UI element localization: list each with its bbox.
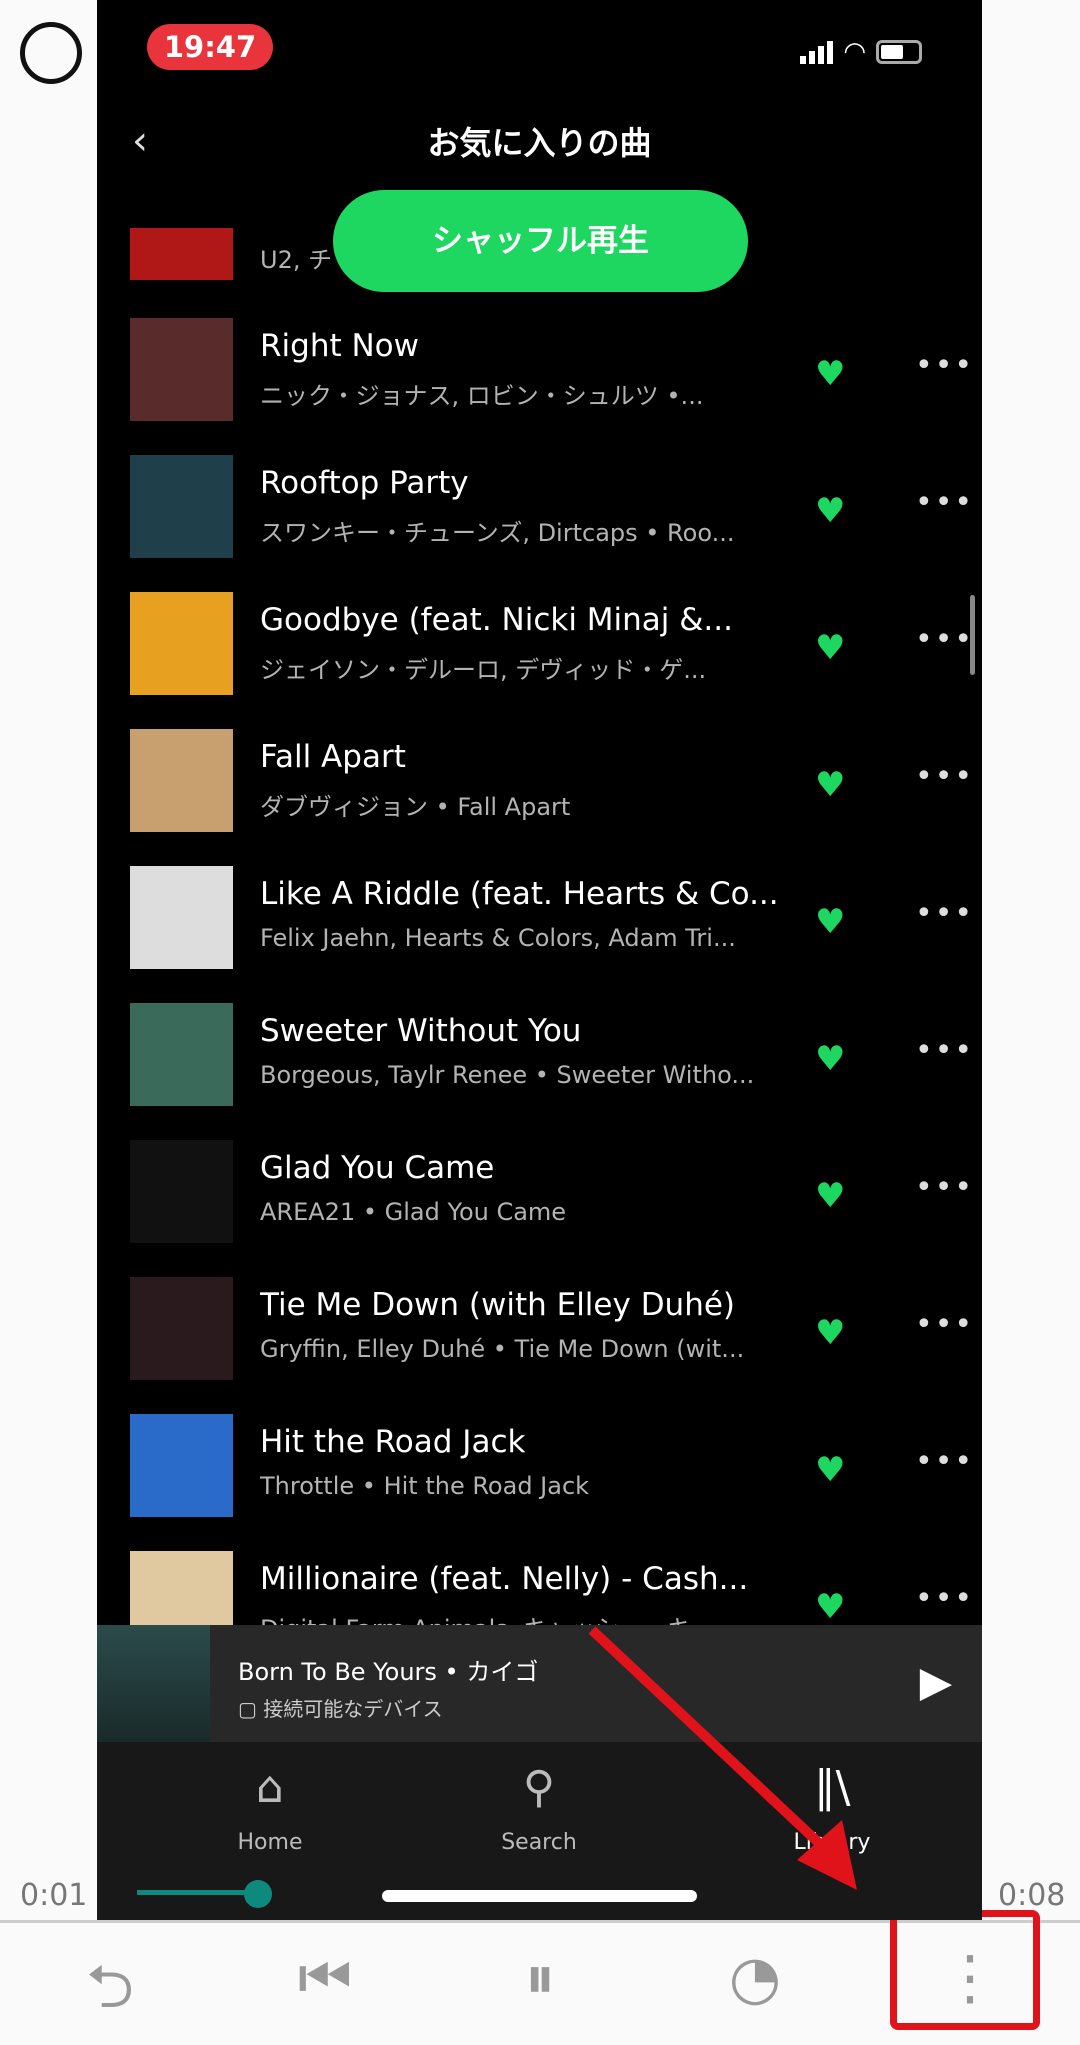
previous-icon[interactable]: ⏮ xyxy=(270,1943,380,2013)
repeat-icon[interactable]: ⮌ xyxy=(55,1943,165,2045)
pause-icon[interactable]: ⏸ xyxy=(485,1943,595,2013)
screenshot-icon[interactable]: ◔ xyxy=(700,1943,810,2013)
rotate-icon[interactable] xyxy=(20,22,82,84)
highlight-box-annotation xyxy=(890,1910,1040,2030)
red-arrow-annotation xyxy=(588,1626,857,1890)
elapsed-time: 0:01 xyxy=(20,1878,88,1913)
phone-screen: 19:47 ◠ ‹ お気に入りの曲 シャッフル再生 U2, チ Right No… xyxy=(97,0,982,1920)
total-time: 0:08 xyxy=(998,1878,1066,1913)
